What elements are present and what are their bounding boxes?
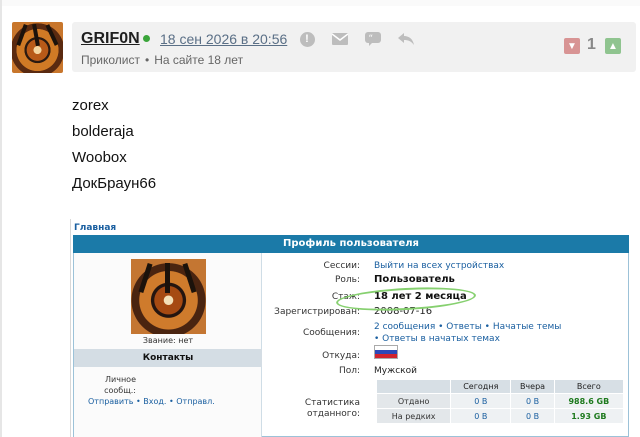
messages-links: 2 сообщения • Ответы • Начатые темы <box>374 322 562 332</box>
table-cell: Отдано <box>375 393 452 409</box>
contacts-header: Контакты <box>74 349 262 367</box>
author-tenure: На сайте 18 лет <box>154 53 244 67</box>
previous-post-edge <box>0 0 640 6</box>
avatar-stripe <box>45 24 59 46</box>
avatar-stripe <box>32 23 40 47</box>
table-cell: 988.6 GB <box>553 393 625 409</box>
quote-icon[interactable]: “ <box>364 30 382 48</box>
rank-label: Звание: нет <box>142 336 194 345</box>
avatar-stripe <box>165 263 170 293</box>
stats-header-row: Сегодня Вчера Всего <box>375 379 625 394</box>
contact-links: Отправить • Вход. • Отправл. <box>88 397 215 406</box>
table-cell: 0 B <box>510 393 555 409</box>
svg-text:“: “ <box>369 34 374 44</box>
online-status-icon <box>143 35 150 42</box>
gender-label: Пол: <box>338 366 360 376</box>
messages-label: Сообщения: <box>302 328 360 338</box>
post-body: zorex bolderaja Woobox ДокБраун66 <box>72 96 156 200</box>
upload-stats-table: Сегодня Вчера Всего Отдано 0 B 0 B 988.6… <box>375 379 625 424</box>
thumb-down-icon[interactable]: ▼ <box>564 38 580 54</box>
stats-header-cell: Вчера <box>510 379 555 394</box>
avatar-stripe <box>138 262 153 294</box>
author-role: Приколист <box>81 53 140 67</box>
table-cell: 0 B <box>450 408 512 424</box>
vote-count: 1 <box>587 36 596 53</box>
table-cell: 1.93 GB <box>553 408 625 424</box>
profile-frame: Звание: нет Контакты Личное сообщ.: Отпр… <box>73 253 629 437</box>
username-link[interactable]: GRIF0N <box>81 30 140 48</box>
profile-sidebar: Звание: нет Контакты Личное сообщ.: Отпр… <box>74 253 262 437</box>
messages-links-2: • Ответы в начатых темах <box>374 334 500 344</box>
contact-label: Личное сообщ.: <box>104 375 136 395</box>
from-label: Откуда: <box>322 351 360 361</box>
post-line: Woobox <box>72 149 127 166</box>
stats-header-cell: Всего <box>553 379 625 394</box>
breadcrumb: Главная <box>74 223 117 233</box>
sessions-label: Сессии: <box>323 261 360 271</box>
sessions-link: Выйти на всех устройствах <box>374 261 505 271</box>
user-avatar[interactable] <box>12 22 63 73</box>
author-meta: Приколист • На сайте 18 лет <box>81 53 243 67</box>
role-label: Роль: <box>334 275 360 285</box>
thumb-up-icon[interactable]: ▲ <box>605 38 621 54</box>
post-header: GRIF0N 18 сен 2026 в 20:56 ! “ Приколист… <box>72 22 636 72</box>
table-cell: 0 B <box>510 408 555 424</box>
table-cell: На редких <box>375 408 452 424</box>
registered-label: Зарегистрирован: <box>274 307 360 317</box>
table-row: Отдано 0 B 0 B 988.6 GB <box>375 393 625 409</box>
contact-row: Личное сообщ.: Отправить • Вход. • Отпра… <box>88 374 258 407</box>
profile-avatar <box>131 259 206 334</box>
message-icon[interactable] <box>331 30 349 48</box>
page-left-border <box>0 0 2 437</box>
table-cell: 0 B <box>450 393 512 409</box>
russia-flag-icon <box>374 345 398 359</box>
avatar-stripe <box>16 23 28 47</box>
report-icon[interactable]: ! <box>298 30 316 48</box>
post-line: bolderaja <box>72 123 134 140</box>
profile-title: Профиль пользователя <box>73 235 629 253</box>
avatar-stripe <box>182 262 197 294</box>
stats-label: Статистика отданного: <box>304 398 360 419</box>
meta-separator: • <box>145 53 150 67</box>
stats-header-cell: Сегодня <box>450 379 512 394</box>
role-value: Пользователь <box>374 274 455 285</box>
post-line: ДокБраун66 <box>72 175 157 192</box>
post-date-link[interactable]: 18 сен 2026 в 20:56 <box>160 31 287 47</box>
stats-header-cell <box>375 379 452 394</box>
gender-value: Мужской <box>374 366 417 376</box>
reply-icon[interactable] <box>397 30 415 48</box>
post-line: zorex <box>72 97 109 114</box>
table-row: На редких 0 B 0 B 1.93 GB <box>375 408 625 424</box>
embedded-profile-screenshot[interactable]: Главная Профиль пользователя Звание: нет… <box>70 219 630 437</box>
